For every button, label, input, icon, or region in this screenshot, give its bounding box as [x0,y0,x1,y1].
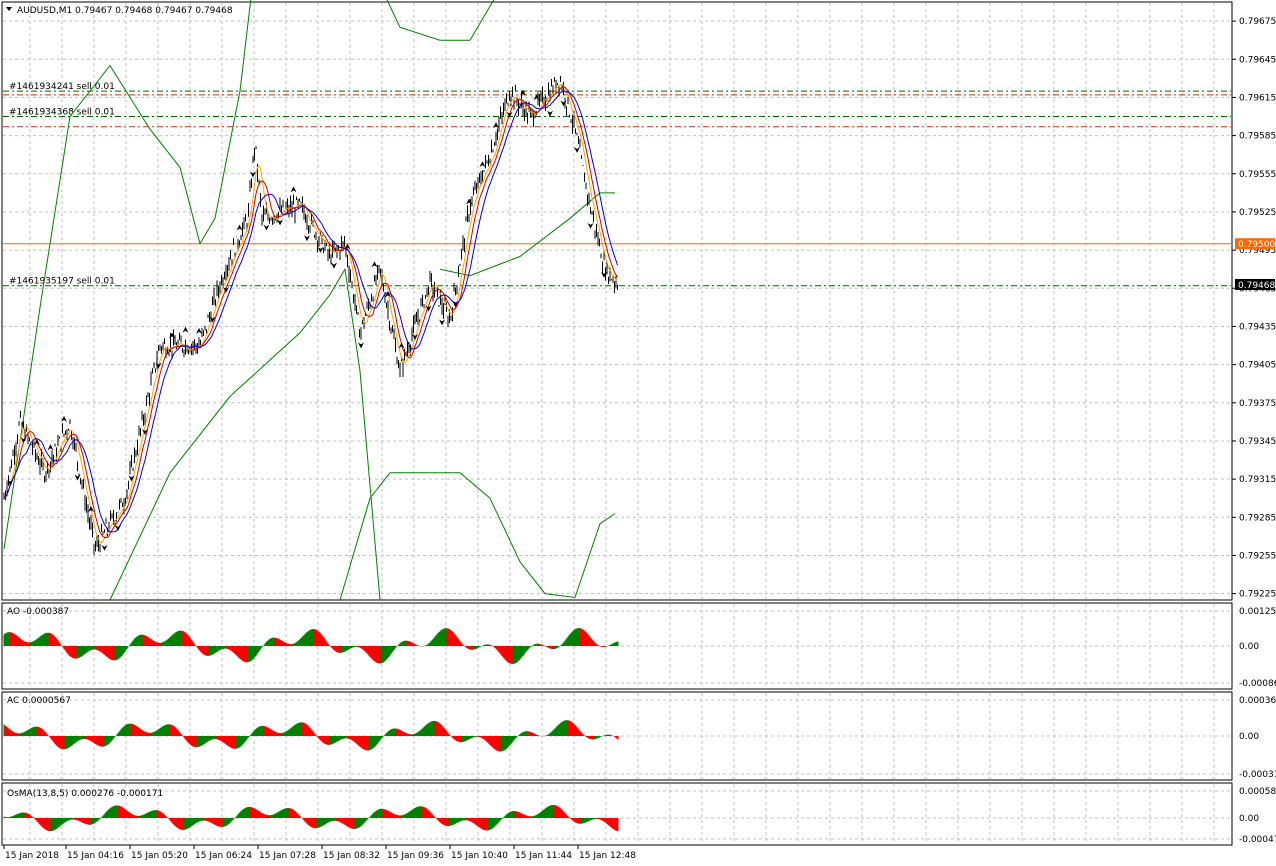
price-tick-label: 0.79555 [1239,170,1276,180]
price-tick-label: 0.79315 [1239,475,1276,485]
price-tick-label: 0.79675 [1239,17,1276,27]
chart-canvas[interactable]: #1461934241 sell 0.01 #1461934368 sell 0.… [0,0,1276,866]
indicator-tick-label: 0.00125 [1239,607,1276,617]
time-tick-label: 15 Jan 08:32 [323,851,380,861]
osma-label: OsMA(13,8,5) 0.000276 -0.000171 [7,789,163,799]
indicator-tick-label: 0.000367 [1239,696,1276,706]
time-tick-label: 15 Jan 07:28 [259,851,316,861]
price-tick-label: 0.79285 [1239,513,1276,523]
price-tick-label: 0.79615 [1239,93,1276,103]
order-label: #1461934368 sell 0.01 [9,108,115,118]
indicator-tick-label: -0.000862 [1239,679,1276,689]
time-tick-label: 15 Jan 06:24 [195,851,252,861]
price-tick-label: 0.79645 [1239,55,1276,65]
time-axis: 15 Jan 2018 15 Jan 04:16 15 Jan 05:20 15 Ja… [3,845,636,861]
time-tick-label: 15 Jan 04:16 [67,851,124,861]
main-panel [1,1,1233,601]
time-tick-label: 15 Jan 11:44 [515,851,572,861]
price-axis: 0.79675 0.79645 0.79615 0.79585 0.79555 0.795… [1232,17,1276,845]
price-tick-label: 0.79225 [1239,590,1276,600]
price-tick-label: 0.79255 [1239,551,1276,561]
price-tick-label: 0.79405 [1239,361,1276,371]
level-price-box: 0.79500 [1235,238,1275,250]
ao-label: AO -0.000387 [7,607,69,617]
symbol-title: AUDUSD,M1 0.79467 0.79468 0.79467 0.7946… [17,6,233,16]
order-label: #1461934241 sell 0.01 [9,82,115,92]
indicator-tick-label: -0.000476 [1239,835,1276,845]
indicator-tick-label: 0.00 [1239,732,1259,742]
indicator-tick-label: 0.00 [1239,814,1259,824]
svg-text:0.79500: 0.79500 [1238,240,1275,250]
osma-panel [1,782,1233,846]
time-tick-label: 15 Jan 12:48 [579,851,636,861]
ac-label: AC 0.0000567 [7,696,71,706]
svg-text:0.79468: 0.79468 [1238,281,1275,291]
time-tick-label: 15 Jan 2018 [5,851,59,861]
indicator-tick-label: -0.000317 [1239,770,1276,780]
time-tick-label: 15 Jan 05:20 [131,851,188,861]
price-tick-label: 0.79435 [1239,322,1276,332]
order-label: #1461935197 sell 0.01 [9,277,115,287]
price-tick-label: 0.79345 [1239,437,1276,447]
indicator-tick-label: 0.00 [1239,642,1259,652]
current-price-box: 0.79468 [1235,278,1275,291]
indicator-tick-label: 0.000581 [1239,787,1276,797]
price-tick-label: 0.79585 [1239,132,1276,142]
price-tick-label: 0.79525 [1239,208,1276,218]
time-tick-label: 15 Jan 10:40 [451,851,508,861]
time-tick-label: 15 Jan 09:36 [387,851,444,861]
price-tick-label: 0.79375 [1239,399,1276,409]
